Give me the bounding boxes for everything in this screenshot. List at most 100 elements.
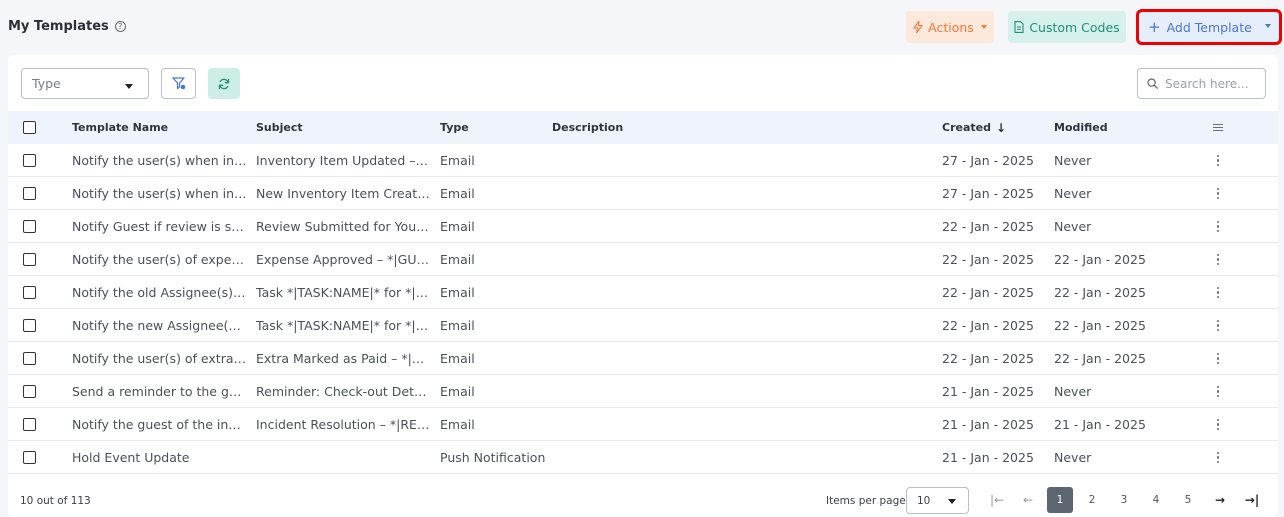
modified-date: Never [1054,219,1092,234]
template-name[interactable]: Notify the user(s) when inve... [72,186,247,201]
more-options-icon[interactable] [1216,451,1220,464]
more-options-icon[interactable] [1216,352,1220,365]
template-name[interactable]: Notify the new Assignee(s) w... [72,318,247,333]
table-row[interactable]: Send a reminder to the gues... Reminder:… [8,375,1278,408]
template-type: Email [440,219,475,234]
template-name[interactable]: Notify the old Assignee(s) w... [72,285,247,300]
row-menu-cell [1208,375,1228,408]
actions-button[interactable]: Actions [906,11,994,43]
template-name[interactable]: Notify the user(s) when inve... [72,153,247,168]
flash-icon [913,21,924,33]
table-row[interactable]: Notify the user(s) of expense... Expense… [8,243,1278,276]
template-name[interactable]: Send a reminder to the gues... [72,384,247,399]
table-row[interactable]: Hold Event Update Push Notification 21 -… [8,441,1278,474]
more-options-icon[interactable] [1216,418,1220,431]
type-filter-select[interactable]: Type [21,68,149,99]
select-all-checkbox[interactable] [23,121,36,134]
chevron-down-icon[interactable] [1265,24,1271,28]
row-checkbox[interactable] [23,352,36,365]
created-date: 27 - Jan - 2025 [942,153,1034,168]
template-name[interactable]: Notify the guest of the incide... [72,417,247,432]
template-name[interactable]: Notify Guest if review is sub... [72,219,247,234]
column-header-type[interactable]: Type [440,111,550,144]
type-filter-placeholder: Type [32,76,61,91]
column-header-subject[interactable]: Subject [256,111,431,144]
subject-cell: Task *|TASK:NAME|* for *|REN... [256,309,431,342]
row-select-cell [23,144,39,177]
custom-codes-button[interactable]: Custom Codes [1008,11,1126,43]
table-row[interactable]: Notify the new Assignee(s) w... Task *|T… [8,309,1278,342]
more-options-icon[interactable] [1216,154,1220,167]
row-menu-cell [1208,177,1228,210]
row-checkbox[interactable] [23,286,36,299]
row-checkbox[interactable] [23,253,36,266]
template-description [552,210,852,243]
table-row[interactable]: Notify the user(s) when inve... Inventor… [8,144,1278,177]
column-menu-icon[interactable] [1213,123,1223,132]
row-select-cell [23,309,39,342]
table-row[interactable]: Notify the old Assignee(s) w... Task *|T… [8,276,1278,309]
template-subject: Task *|TASK:NAME|* for *|REN... [256,285,431,300]
more-options-icon[interactable] [1216,253,1220,266]
page-header: My Templates ? Actions Custom Codes + Ad… [0,0,1284,54]
template-name-cell: Notify the user(s) when inve... [72,144,247,177]
row-checkbox[interactable] [23,220,36,233]
column-header-description[interactable]: Description [552,111,852,144]
search-box[interactable] [1137,68,1266,99]
add-template-button[interactable]: + Add Template [1136,9,1282,45]
add-template-label: Add Template [1166,19,1252,35]
column-header-name[interactable]: Template Name [72,111,247,144]
more-options-icon[interactable] [1216,319,1220,332]
page-3-button[interactable]: 3 [1111,487,1137,513]
template-subject: Task *|TASK:NAME|* for *|REN... [256,318,431,333]
clear-filter-button[interactable] [161,68,196,99]
first-page-button[interactable]: |← [984,487,1010,513]
table-header-row: Template Name Subject Type Description C… [8,111,1278,144]
row-checkbox[interactable] [23,385,36,398]
page-2-button[interactable]: 2 [1079,487,1105,513]
row-menu-cell [1208,342,1228,375]
created-date: 22 - Jan - 2025 [942,285,1034,300]
table-row[interactable]: Notify the user(s) when inve... New Inve… [8,177,1278,210]
next-page-button[interactable]: → [1207,487,1233,513]
row-select-cell [23,342,39,375]
template-name[interactable]: Notify the user(s) of expense... [72,252,247,267]
row-checkbox[interactable] [23,319,36,332]
row-checkbox[interactable] [23,418,36,431]
row-checkbox[interactable] [23,451,36,464]
modified-date: 21 - Jan - 2025 [1054,417,1146,432]
table-row[interactable]: Notify the guest of the incide... Incide… [8,408,1278,441]
row-checkbox[interactable] [23,187,36,200]
more-options-icon[interactable] [1216,286,1220,299]
search-input[interactable] [1165,76,1255,91]
column-header-created[interactable]: Created ↓ [942,111,1042,144]
page-5-button[interactable]: 5 [1175,487,1201,513]
row-menu-cell [1208,408,1228,441]
help-icon[interactable]: ? [114,21,126,32]
modified-date: 22 - Jan - 2025 [1054,252,1146,267]
template-type: Email [440,318,475,333]
custom-codes-label: Custom Codes [1029,19,1120,35]
record-count: 10 out of 113 [20,495,91,507]
template-name-cell: Notify the new Assignee(s) w... [72,309,247,342]
previous-page-button[interactable]: ← [1015,487,1041,513]
actions-label: Actions [928,19,974,35]
more-options-icon[interactable] [1216,187,1220,200]
refresh-button[interactable] [208,68,240,99]
more-options-icon[interactable] [1216,385,1220,398]
last-page-button[interactable]: →| [1239,487,1265,513]
table-body: Notify the user(s) when inve... Inventor… [8,144,1278,474]
table-row[interactable]: Notify Guest if review is sub... Review … [8,210,1278,243]
table-row[interactable]: Notify the user(s) of extra pa... Extra … [8,342,1278,375]
more-options-icon[interactable] [1216,220,1220,233]
subject-cell: Incident Resolution – *|RENT... [256,408,431,441]
page-1-button[interactable]: 1 [1047,487,1073,513]
page-4-button[interactable]: 4 [1143,487,1169,513]
template-name[interactable]: Notify the user(s) of extra pa... [72,351,247,366]
items-per-page-select[interactable]: 10 [906,487,969,514]
template-description [552,375,852,408]
template-name-cell: Notify the old Assignee(s) w... [72,276,247,309]
column-header-modified[interactable]: Modified [1054,111,1164,144]
row-checkbox[interactable] [23,154,36,167]
template-name[interactable]: Hold Event Update [72,450,247,465]
